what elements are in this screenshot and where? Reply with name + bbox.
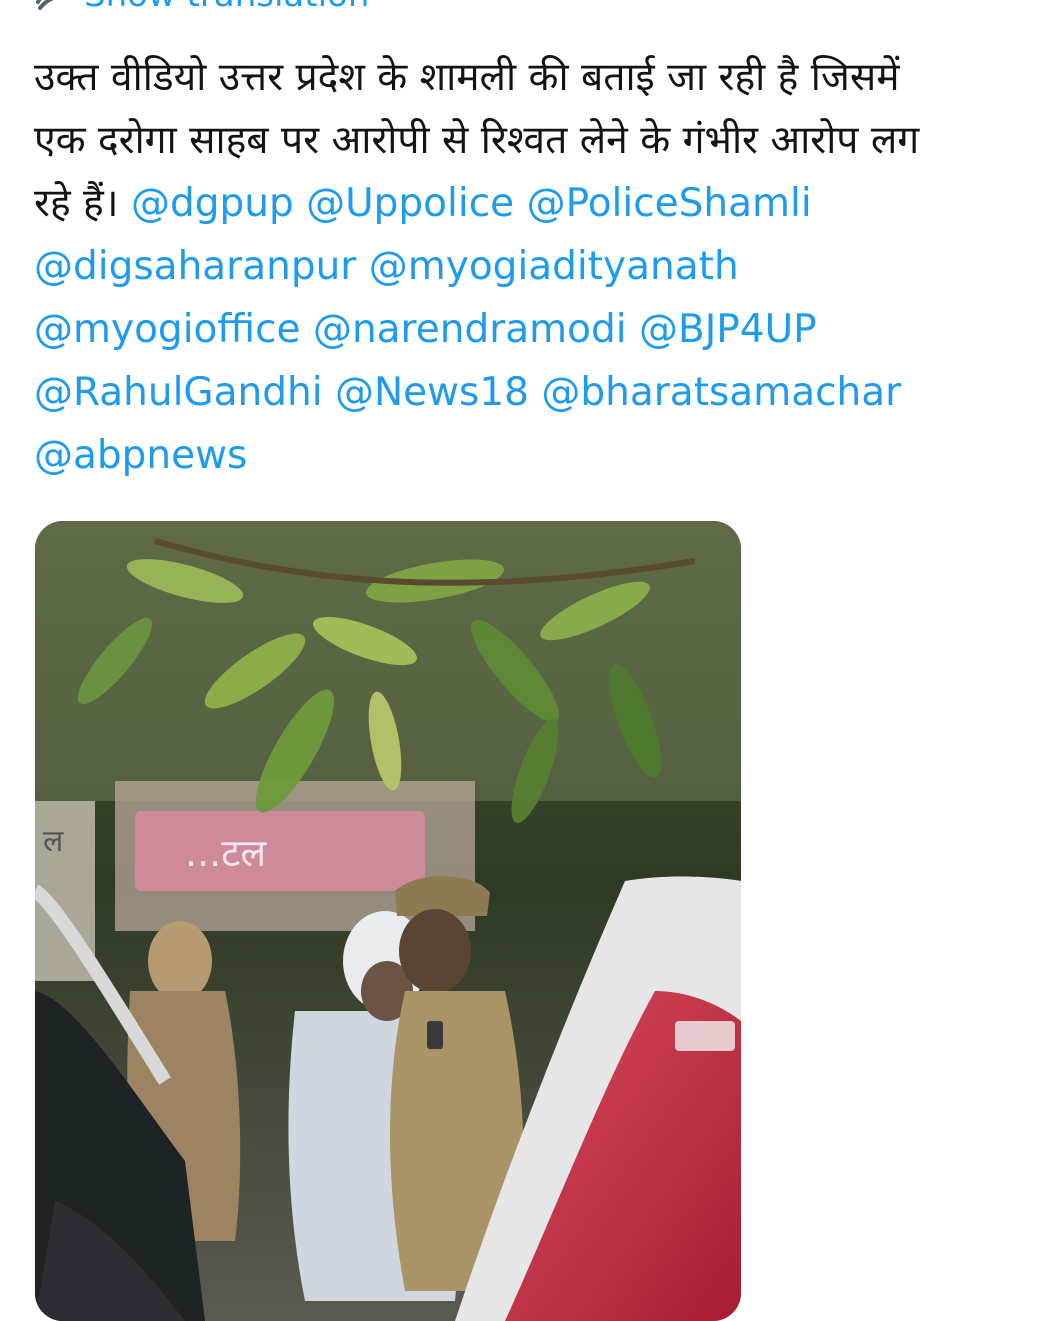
mention-policeshamli[interactable]: @PoliceShamli	[527, 181, 812, 226]
mention-news18[interactable]: @News18	[335, 370, 529, 415]
tweet-text-line-3-hindi: रहे हैं।	[34, 181, 119, 226]
mention-uppolice[interactable]: @Uppolice	[306, 181, 514, 226]
video-frame-scene: ...टल ल	[35, 521, 741, 1321]
mention-dgpup[interactable]: @dgpup	[131, 181, 294, 226]
tweet-text-line-1: उक्त वीडियो उत्तर प्रदेश के शामली की बता…	[34, 55, 900, 100]
shop-sign	[135, 811, 425, 891]
mention-narendramodi[interactable]: @narendramodi	[313, 307, 627, 352]
tweet-text-line-4: @digsaharanpur @myogiadityanath	[34, 235, 1044, 298]
mention-myogioffice[interactable]: @myogioffice	[34, 307, 301, 352]
side-sign-text: ल	[43, 824, 64, 859]
tweet-text-line-3: रहे हैं। @dgpup @Uppolice @PoliceShamli	[34, 172, 1044, 235]
globe-translate-icon	[36, 0, 54, 10]
show-translation-link[interactable]: Show translation	[36, 0, 369, 12]
mention-abpnews[interactable]: @abpnews	[34, 433, 247, 478]
mention-myogiadityanath[interactable]: @myogiadityanath	[369, 244, 739, 289]
mention-rahulgandhi[interactable]: @RahulGandhi	[34, 370, 323, 415]
tweet-text: उक्त वीडियो उत्तर प्रदेश के शामली की बता…	[34, 46, 1044, 487]
tweet-text-line-6: @RahulGandhi @News18 @bharatsamachar	[34, 361, 1044, 424]
mention-bjp4up[interactable]: @BJP4UP	[639, 307, 817, 352]
tweet-video-thumbnail[interactable]: ...टल ल	[35, 521, 741, 1321]
show-translation-label: Show translation	[84, 0, 369, 12]
tweet-text-line-7: @abpnews	[34, 424, 1044, 487]
tweet-text-line-5: @myogioffice @narendramodi @BJP4UP	[34, 298, 1044, 361]
mention-bharatsamachar[interactable]: @bharatsamachar	[541, 370, 901, 415]
tweet-text-line-2: एक दरोगा साहब पर आरोपी से रिश्वत लेने के…	[34, 118, 920, 163]
mention-digsaharanpur[interactable]: @digsaharanpur	[34, 244, 356, 289]
shop-sign-text: ...टल	[185, 831, 267, 875]
